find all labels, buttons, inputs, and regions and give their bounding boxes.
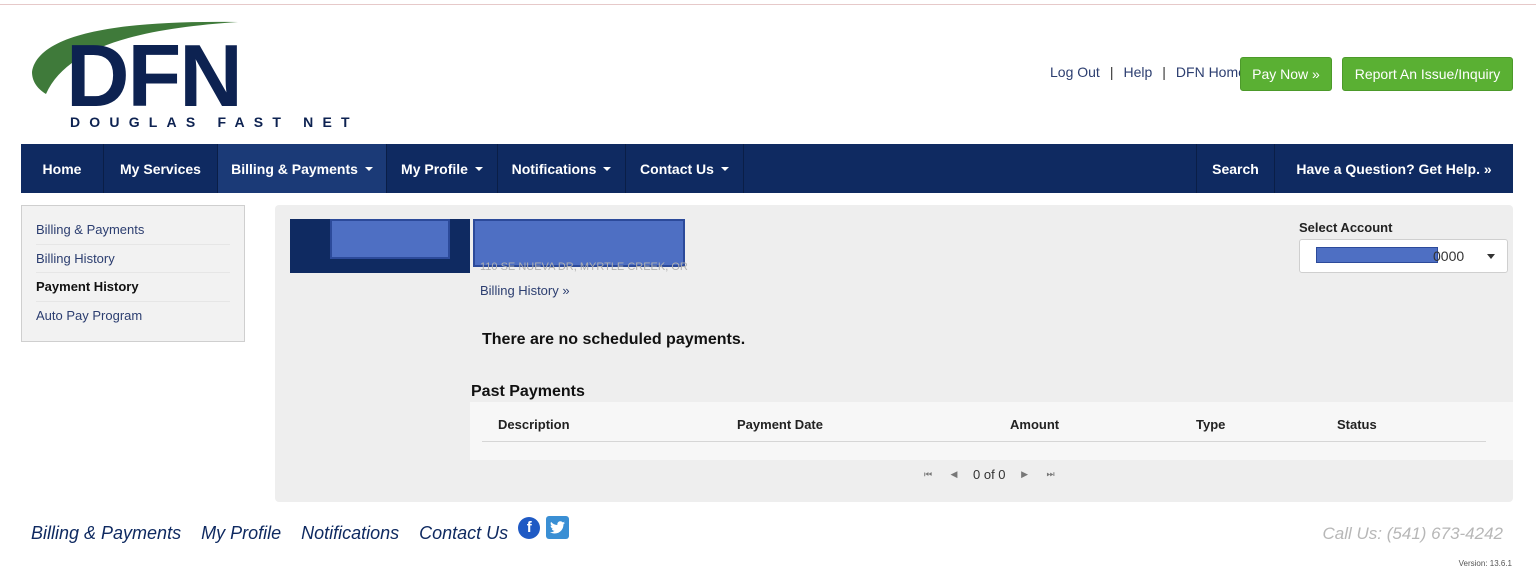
version-text: Version: 13.6.1 xyxy=(1458,559,1512,568)
footer-links: Billing & Payments My Profile Notificati… xyxy=(31,516,570,544)
report-issue-button[interactable]: Report An Issue/Inquiry xyxy=(1342,57,1513,91)
column-payment-date[interactable]: Payment Date xyxy=(737,417,823,432)
account-select[interactable]: 0000 xyxy=(1299,239,1508,273)
sidebar-item-auto-pay[interactable]: Auto Pay Program xyxy=(36,302,230,331)
page-count: 0 of 0 xyxy=(973,467,1006,482)
facebook-icon[interactable]: f xyxy=(518,516,541,539)
nav-contact-us[interactable]: Contact Us xyxy=(626,144,744,193)
footer-link-billing-payments[interactable]: Billing & Payments xyxy=(31,523,181,544)
logout-link[interactable]: Log Out xyxy=(1050,64,1100,80)
footer-link-contact-us[interactable]: Contact Us xyxy=(419,523,508,544)
redacted-account-number xyxy=(1316,247,1438,263)
top-divider xyxy=(0,4,1536,5)
header-links: Log Out | Help | DFN Home xyxy=(1050,64,1246,80)
nav-home[interactable]: Home xyxy=(21,144,104,193)
account-select-value: 0000 xyxy=(1433,248,1465,264)
twitter-icon[interactable] xyxy=(546,516,570,539)
nav-search[interactable]: Search xyxy=(1196,144,1274,193)
redacted-account-name xyxy=(330,219,450,259)
dfn-logo[interactable]: DFN DOUGLAS FAST NET xyxy=(28,14,350,134)
payment-history-panel: 110 SE NUEVA DR, MYRTLE CREEK, OR Billin… xyxy=(275,205,1513,502)
main-navbar: Home My Services Billing & Payments My P… xyxy=(21,144,1513,193)
pagination: ⏮ ◀ 0 of 0 ▶ ⏭ xyxy=(915,467,1064,482)
nav-my-profile[interactable]: My Profile xyxy=(387,144,498,193)
past-payments-title: Past Payments xyxy=(471,383,585,400)
caret-down-icon xyxy=(603,166,612,171)
caret-down-icon xyxy=(364,166,373,171)
past-payments-table-body xyxy=(470,442,1513,460)
help-link[interactable]: Help xyxy=(1123,64,1152,80)
redacted-account-details xyxy=(473,219,685,267)
dfn-logo-mark: DFN xyxy=(32,21,243,114)
svg-text:DFN: DFN xyxy=(66,26,241,114)
select-account-label: Select Account xyxy=(1299,220,1393,235)
last-page-icon[interactable]: ⏭ xyxy=(1044,469,1058,480)
dfn-home-link[interactable]: DFN Home xyxy=(1176,64,1246,80)
footer-link-notifications[interactable]: Notifications xyxy=(301,523,399,544)
sidebar-item-billing-history[interactable]: Billing History xyxy=(36,245,230,273)
social-links: f xyxy=(518,516,570,539)
footer-link-my-profile[interactable]: My Profile xyxy=(201,523,281,544)
prev-page-icon[interactable]: ◀ xyxy=(947,469,961,480)
nav-notifications[interactable]: Notifications xyxy=(498,144,626,193)
caret-down-icon xyxy=(720,166,729,171)
pay-now-button[interactable]: Pay Now » xyxy=(1240,57,1332,91)
billing-sidebar: Billing & Payments Billing History Payme… xyxy=(21,205,245,342)
column-description[interactable]: Description xyxy=(498,417,570,432)
column-status[interactable]: Status xyxy=(1337,417,1377,432)
logo-tagline: DOUGLAS FAST NET xyxy=(70,114,359,130)
nav-billing-payments[interactable]: Billing & Payments xyxy=(218,144,387,193)
nav-get-help[interactable]: Have a Question? Get Help. » xyxy=(1274,144,1513,193)
column-amount[interactable]: Amount xyxy=(1010,417,1059,432)
service-address: 110 SE NUEVA DR, MYRTLE CREEK, OR xyxy=(480,261,688,273)
column-type[interactable]: Type xyxy=(1196,417,1225,432)
billing-history-link[interactable]: Billing History » xyxy=(480,283,570,298)
caret-down-icon xyxy=(1487,254,1495,259)
sidebar-item-payment-history[interactable]: Payment History xyxy=(36,273,230,302)
call-us-text: Call Us: (541) 673-4242 xyxy=(1322,524,1503,543)
sidebar-item-billing-payments[interactable]: Billing & Payments xyxy=(36,216,230,245)
caret-down-icon xyxy=(474,166,483,171)
nav-my-services[interactable]: My Services xyxy=(104,144,218,193)
next-page-icon[interactable]: ▶ xyxy=(1018,469,1032,480)
no-scheduled-message: There are no scheduled payments. xyxy=(482,331,746,348)
past-payments-table-header: Description Payment Date Amount Type Sta… xyxy=(470,402,1513,442)
first-page-icon[interactable]: ⏮ xyxy=(921,469,935,480)
